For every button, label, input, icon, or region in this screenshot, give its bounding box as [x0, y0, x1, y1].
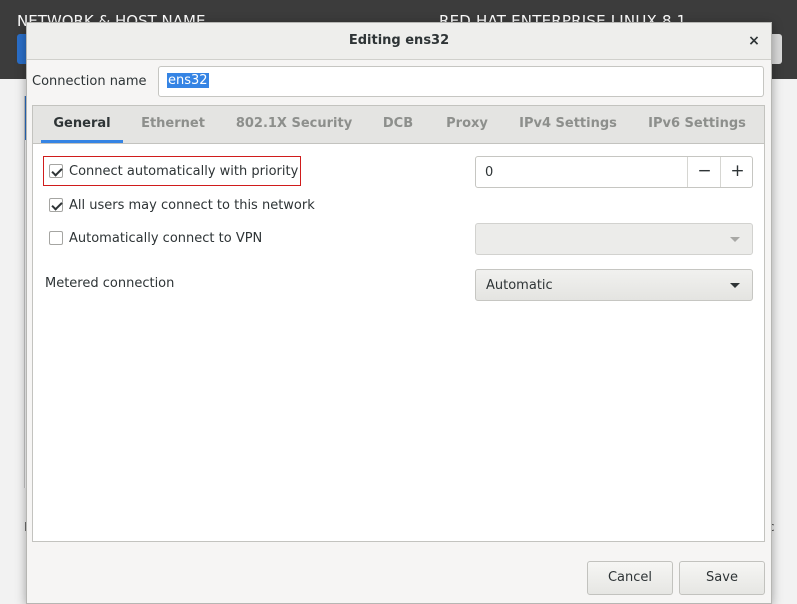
all-users-checkbox[interactable] [49, 198, 63, 212]
priority-decrement-button[interactable]: − [687, 157, 721, 187]
tab-ethernet[interactable]: Ethernet [131, 106, 215, 143]
vpn-label: Automatically connect to VPN [69, 230, 263, 246]
tab-bar: General Ethernet 802.1X Security DCB Pro… [33, 106, 764, 144]
vpn-checkbox[interactable] [49, 231, 63, 245]
tab-proxy[interactable]: Proxy [438, 106, 496, 143]
chevron-down-icon [730, 237, 740, 242]
auto-connect-row: Connect automatically with priority [49, 161, 298, 181]
priority-spinner: 0 − + [475, 156, 753, 188]
vpn-row: Automatically connect to VPN [49, 228, 262, 248]
dialog-title: Editing ens32 [348, 33, 450, 48]
editing-connection-dialog: Editing ens32 × Connection name ens32 Ge… [26, 22, 772, 604]
save-button[interactable]: Save [679, 561, 765, 595]
all-users-row: All users may connect to this network [49, 195, 315, 215]
tab-ipv4-settings[interactable]: IPv4 Settings [511, 106, 625, 143]
connection-name-input[interactable]: ens32 [158, 66, 764, 97]
close-icon[interactable]: × [743, 31, 765, 51]
connection-name-label: Connection name [32, 74, 147, 89]
tab-ipv6-settings[interactable]: IPv6 Settings [640, 106, 754, 143]
auto-connect-label: Connect automatically with priority [69, 163, 299, 179]
dialog-titlebar: Editing ens32 × [27, 23, 771, 60]
auto-connect-checkbox[interactable] [49, 164, 63, 178]
tab-general[interactable]: General [41, 106, 123, 143]
cancel-button[interactable]: Cancel [587, 561, 673, 595]
settings-notebook: General Ethernet 802.1X Security DCB Pro… [32, 105, 765, 542]
priority-value[interactable]: 0 [485, 165, 493, 180]
priority-increment-button[interactable]: + [720, 157, 754, 187]
tab-dcb[interactable]: DCB [376, 106, 420, 143]
chevron-down-icon [730, 283, 740, 288]
vpn-select[interactable] [475, 223, 753, 255]
connection-name-value: ens32 [167, 73, 209, 88]
metered-select-value: Automatic [486, 278, 553, 293]
metered-connection-select[interactable]: Automatic [475, 269, 753, 301]
metered-connection-label: Metered connection [45, 276, 175, 291]
tab-8021x-security[interactable]: 802.1X Security [228, 106, 360, 143]
all-users-label: All users may connect to this network [69, 197, 315, 213]
